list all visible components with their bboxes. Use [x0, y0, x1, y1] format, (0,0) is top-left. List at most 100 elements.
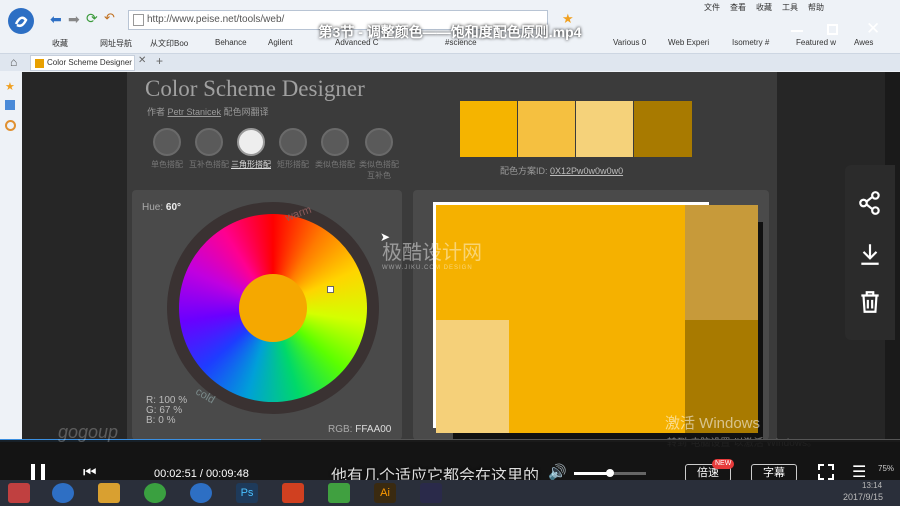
- home-icon[interactable]: ⌂: [10, 55, 17, 69]
- mode-analogic-icon: [321, 128, 349, 156]
- swatch-0[interactable]: [460, 101, 517, 157]
- preview-panel: [413, 190, 769, 440]
- mode-analogic[interactable]: 类似色搭配: [315, 128, 355, 170]
- color-wheel[interactable]: [179, 214, 367, 402]
- hue-value: 60°: [165, 202, 182, 213]
- history-side-icon[interactable]: [5, 120, 16, 131]
- color-wheel-outer[interactable]: warm cold: [167, 202, 379, 414]
- caption-label: 字幕: [763, 467, 785, 479]
- bookmark-3[interactable]: Behance: [215, 38, 247, 47]
- tab-close-icon[interactable]: ✕: [138, 55, 146, 66]
- mode-analogic-label: 类似色搭配: [315, 160, 355, 169]
- favorites-side-icon[interactable]: ★: [5, 80, 15, 93]
- mode-mono-icon: [153, 128, 181, 156]
- bookmark-9[interactable]: Isometry #: [732, 38, 769, 47]
- bookmark-8[interactable]: Web Experi: [668, 38, 709, 47]
- video-left-bg: [22, 72, 127, 440]
- watermark-sub: WWW.JIKU.COM DESIGN: [382, 265, 473, 271]
- skip-back-icon[interactable]: ⏮: [83, 464, 97, 481]
- color-scheme-designer: Color Scheme Designer 作者 Petr Stanicek 配…: [127, 72, 817, 449]
- volume-icon[interactable]: 🔊: [548, 463, 567, 481]
- tab-favicon: [35, 59, 44, 68]
- camtasia-taskbar-icon[interactable]: [328, 483, 350, 503]
- browser-taskbar-icon[interactable]: [190, 483, 212, 503]
- c4d-taskbar-icon[interactable]: [420, 483, 442, 503]
- chrome-taskbar-icon[interactable]: [144, 483, 166, 503]
- rgb-values: R: 100 % G: 67 % B: 0 %: [146, 396, 187, 426]
- swatch-3[interactable]: [634, 101, 692, 157]
- palette-id-label: 配色方案ID:: [500, 166, 548, 176]
- hue-handle[interactable]: [327, 286, 334, 293]
- delete-icon[interactable]: [857, 289, 883, 315]
- bookmark-2[interactable]: 从文印Boo: [150, 38, 188, 49]
- video-frame[interactable]: Color Scheme Designer 作者 Petr Stanicek 配…: [22, 72, 885, 449]
- mode-tetrad[interactable]: 矩形搭配: [273, 128, 313, 170]
- ps-taskbar-icon[interactable]: Ps: [236, 483, 258, 503]
- csd-subtitle: 作者 Petr Stanicek 配色网翻译: [147, 105, 269, 118]
- app-window: ⬅ ➡ ⟳ ↶ http://www.peise.net/tools/web/ …: [0, 0, 900, 506]
- swatch-1[interactable]: [518, 101, 575, 157]
- ai-taskbar-icon[interactable]: Ai: [374, 483, 396, 503]
- playlist-icon[interactable]: ☰: [852, 462, 866, 482]
- palette-id: 配色方案ID: 0X12Pw0w0w0w0: [500, 164, 623, 177]
- b-line: B: 0 %: [146, 415, 176, 426]
- swatch-2[interactable]: [576, 101, 633, 157]
- cursor-icon: ➤: [380, 230, 391, 244]
- side-action-bar: [845, 165, 895, 340]
- browser-side-panel: ★: [0, 72, 22, 440]
- mode-mono[interactable]: 单色搭配: [147, 128, 187, 170]
- tray-date: 2017/9/15: [843, 492, 884, 502]
- fullscreen-icon[interactable]: [818, 464, 834, 480]
- folder-taskbar-icon[interactable]: [98, 483, 120, 503]
- tab-color-scheme[interactable]: Color Scheme Designer: [30, 55, 135, 71]
- palette-id-value[interactable]: 0X12Pw0w0w0w0: [550, 166, 623, 176]
- menu-tools[interactable]: 工具: [782, 2, 798, 13]
- start-icon[interactable]: [8, 483, 30, 503]
- player-controls: gogoup ⏮ 00:02:51 / 00:09:48 他有几个适应它都会在这…: [0, 422, 900, 485]
- volume-track[interactable]: [574, 469, 646, 477]
- menu-favorites[interactable]: 收藏: [756, 2, 772, 13]
- bookmark-1[interactable]: 网址导航: [100, 38, 132, 49]
- mode-triad[interactable]: 三角形搭配: [231, 128, 271, 170]
- mode-complement[interactable]: 互补色搭配: [189, 128, 229, 170]
- author-link[interactable]: Petr Stanicek: [168, 107, 222, 117]
- bookmark-10[interactable]: Featured w: [796, 38, 836, 47]
- time-current: 00:02:51: [154, 468, 197, 480]
- share-icon[interactable]: [857, 190, 883, 216]
- bookmark-11[interactable]: Awes: [854, 38, 873, 47]
- bookmark-6[interactable]: #science: [445, 38, 477, 47]
- mode-complement-label: 互补色搭配: [189, 160, 229, 169]
- ppt-taskbar-icon[interactable]: [282, 483, 304, 503]
- preview-light-block: [436, 320, 509, 433]
- taskbar: Ps Ai 13:14 2017/9/15 75%: [0, 464, 900, 506]
- time-total: 00:09:48: [206, 468, 249, 480]
- zoom-level: 75%: [878, 464, 895, 473]
- new-tab-icon[interactable]: +: [156, 54, 163, 68]
- activate-title: 激活 Windows: [665, 415, 761, 432]
- swatch-strip: [460, 101, 692, 157]
- menu-file[interactable]: 文件: [704, 2, 720, 13]
- mode-triad-label: 三角形搭配: [231, 160, 271, 169]
- volume-knob[interactable]: [606, 469, 614, 477]
- activate-windows: 激活 Windows: [665, 412, 760, 433]
- bottom-watermark: gogoup: [58, 422, 119, 442]
- menu-help[interactable]: 帮助: [808, 2, 824, 13]
- mode-tetrad-icon: [279, 128, 307, 156]
- subtitle-prefix: 作者: [147, 107, 166, 117]
- menu-view[interactable]: 查看: [730, 2, 746, 13]
- bookmark-0[interactable]: 收藏: [52, 38, 68, 49]
- minimize-icon[interactable]: [791, 30, 803, 32]
- ie-taskbar-icon[interactable]: [52, 483, 74, 503]
- mode-accented[interactable]: 类似色搭配互补色: [357, 128, 401, 181]
- bookmark-5[interactable]: Advanced C: [335, 38, 379, 47]
- mode-complement-icon: [195, 128, 223, 156]
- hue-label: Hue:: [142, 202, 164, 213]
- rss-side-icon[interactable]: [5, 100, 15, 110]
- volume-fill: [574, 472, 610, 475]
- mode-accented-icon: [365, 128, 393, 156]
- download-icon[interactable]: [857, 241, 883, 267]
- mode-mono-label: 单色搭配: [151, 160, 183, 169]
- bookmark-7[interactable]: Various 0: [613, 38, 646, 47]
- hue-readout: Hue: 60°: [142, 202, 181, 213]
- bookmark-4[interactable]: Agilent: [268, 38, 292, 47]
